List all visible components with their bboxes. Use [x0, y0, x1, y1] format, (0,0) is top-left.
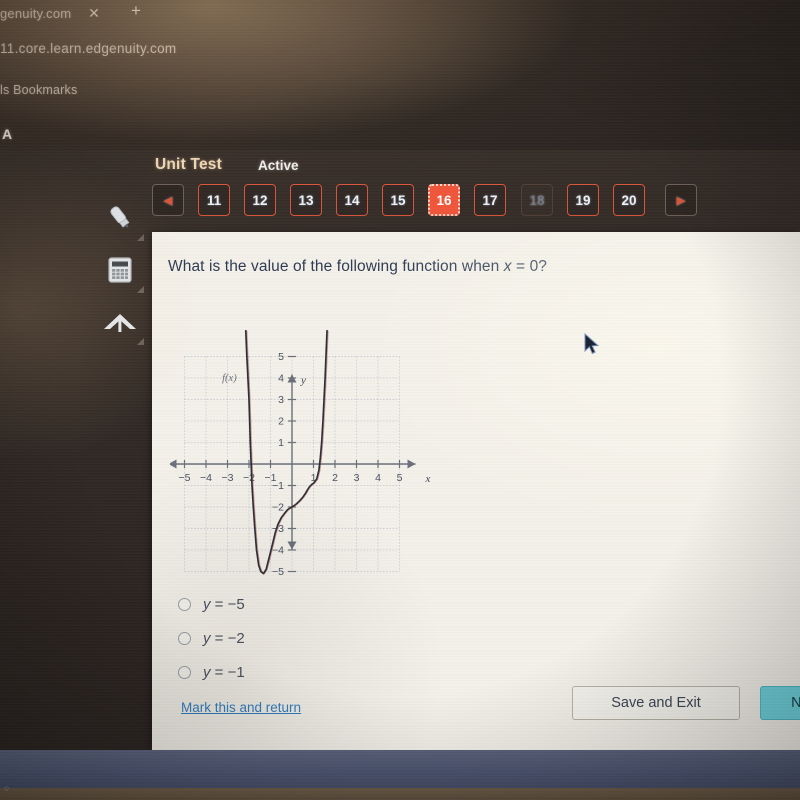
graph-axes [168, 374, 416, 550]
question-button-17[interactable]: 17 [474, 184, 506, 216]
next-button[interactable]: Next [760, 686, 800, 720]
question-button-11[interactable]: 11 [198, 184, 230, 216]
answer-option-2[interactable]: y = −2 [178, 621, 245, 655]
browser-tabstrip: genuity.com ✕ + [0, 2, 800, 28]
question-button-14[interactable]: 14 [336, 184, 368, 216]
question-button-15[interactable]: 15 [382, 184, 414, 216]
prev-question-button[interactable]: ◀ [152, 184, 184, 216]
calculator-tool[interactable] [92, 244, 148, 296]
question-button-18[interactable]: 18 [521, 184, 553, 216]
svg-text:5: 5 [397, 472, 403, 484]
save-and-exit-button[interactable]: Save and Exit [572, 686, 740, 720]
up-arrow-icon [104, 314, 136, 332]
desktop-taskbar [0, 750, 800, 788]
svg-text:2: 2 [278, 416, 284, 428]
prompt-text-before: What is the value of the following funct… [168, 258, 504, 275]
address-bar[interactable]: 11.core.learn.edgenuity.com [0, 41, 176, 56]
close-icon[interactable]: ✕ [86, 5, 102, 21]
svg-text:−4: −4 [200, 472, 212, 484]
plus-icon[interactable]: + [128, 2, 144, 19]
calculator-icon [108, 257, 132, 283]
browser-chrome: genuity.com ✕ + 11.core.learn.edgenuity.… [0, 0, 800, 150]
function-curve-ghost [246, 330, 329, 575]
card-footer: Mark this and return Save and Exit Next [152, 674, 800, 750]
svg-text:2: 2 [332, 472, 338, 484]
radio-button-2[interactable] [178, 631, 191, 645]
prompt-variable: x [503, 258, 512, 275]
cursor-arrow-icon [584, 332, 600, 355]
svg-text:4: 4 [375, 472, 381, 484]
function-curve [244, 329, 328, 575]
mark-and-return-link[interactable]: Mark this and return [181, 700, 301, 715]
bookmarks-bar[interactable]: ls Bookmarks [0, 83, 77, 97]
series-label: f(x) [222, 373, 237, 384]
question-button-16[interactable]: 16 [428, 184, 460, 216]
mouse-cursor [583, 332, 601, 362]
highlighter-icon [110, 206, 130, 228]
y-axis-label: y [300, 375, 306, 387]
corner-marker: ○ [4, 783, 10, 793]
answer-option-1[interactable]: y = −5 [178, 587, 245, 621]
answer-label-2: y = −2 [203, 629, 245, 647]
svg-text:−4: −4 [272, 545, 284, 557]
svg-text:5: 5 [278, 351, 284, 363]
desk-surface-strip [0, 788, 800, 800]
question-card: What is the value of the following funct… [152, 232, 800, 750]
svg-text:3: 3 [278, 394, 284, 406]
radio-button-1[interactable] [178, 597, 191, 611]
question-button-19[interactable]: 19 [567, 184, 599, 216]
question-button-20[interactable]: 20 [613, 184, 645, 216]
collapse-tool[interactable] [92, 296, 148, 348]
function-graph: −5 −4 −3 −2 −1 1 2 3 4 5 −5 −4 −3 −2 −1 1 2 3 4 5 x y f(x) [168, 294, 450, 579]
svg-text:3: 3 [354, 472, 360, 484]
next-question-button[interactable]: ▶ [665, 184, 697, 216]
prompt-text-after: = 0? [511, 258, 548, 275]
question-button-13[interactable]: 13 [290, 184, 322, 216]
photographed-screen: genuity.com ✕ + 11.core.learn.edgenuity.… [0, 0, 800, 800]
browser-tab[interactable]: genuity.com [0, 6, 71, 21]
tool-rail [92, 192, 148, 348]
graph-svg: −5 −4 −3 −2 −1 1 2 3 4 5−5−4−3−2−112345xyf(x) [168, 329, 431, 578]
answer-label-1: y = −5 [203, 595, 245, 613]
x-axis-label: x [425, 473, 431, 485]
svg-text:−1: −1 [272, 480, 284, 492]
svg-text:1: 1 [278, 437, 284, 449]
page-title: Unit Test [155, 156, 222, 173]
question-prompt: What is the value of the following funct… [168, 258, 547, 276]
status-badge: Active [258, 158, 299, 173]
highlighter-tool[interactable] [92, 192, 148, 244]
svg-text:−3: −3 [222, 472, 234, 484]
svg-text:−5: −5 [179, 472, 191, 484]
svg-text:−5: −5 [272, 566, 284, 578]
bookmark-item-a[interactable]: A [2, 126, 12, 142]
svg-text:4: 4 [278, 373, 284, 385]
question-button-12[interactable]: 12 [244, 184, 276, 216]
svg-text:−2: −2 [272, 502, 284, 514]
